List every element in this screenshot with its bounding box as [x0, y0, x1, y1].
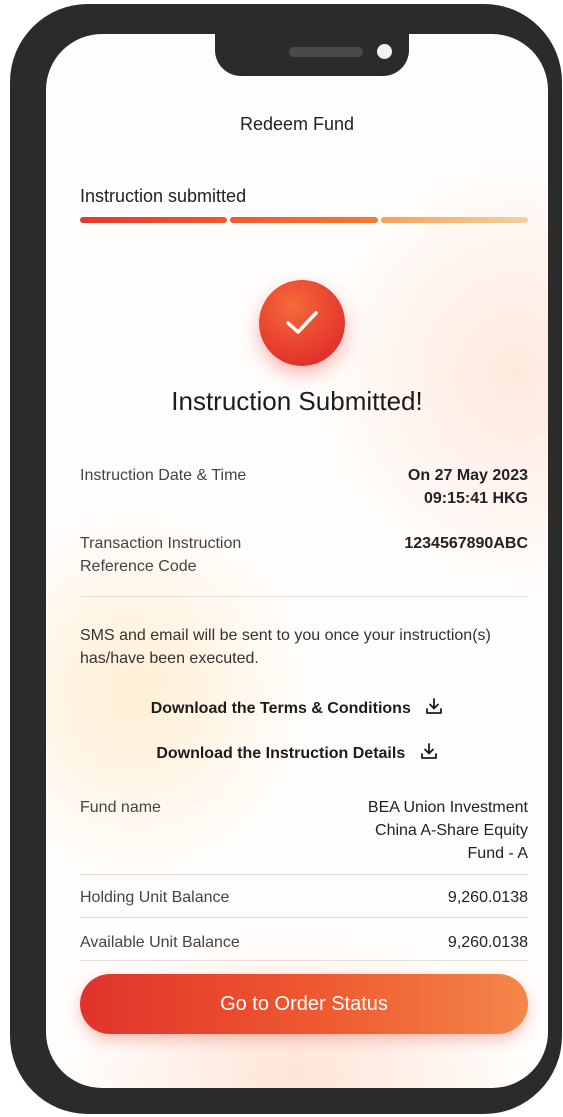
speaker-grille — [289, 47, 363, 57]
instruction-time: 09:15:41 HKG — [423, 490, 528, 507]
fund-name-row: Fund name BEA Union Investment China A-S… — [80, 796, 528, 865]
instruction-date-label: Instruction Date & Time — [80, 467, 247, 484]
go-to-order-status-button[interactable]: Go to Order Status — [80, 974, 528, 1034]
success-check-icon — [259, 280, 345, 366]
reference-code-value: 1234567890ABC — [404, 535, 528, 552]
divider — [80, 960, 528, 961]
available-balance-label: Available Unit Balance — [80, 934, 240, 951]
divider — [80, 917, 528, 918]
fund-name-value: BEA Union Investment China A-Share Equit… — [368, 796, 528, 865]
side-button — [13, 250, 23, 334]
instruction-date: On 27 May 2023 — [407, 467, 528, 484]
side-button — [13, 146, 23, 188]
available-balance-row: Available Unit Balance 9,260.0138 — [80, 931, 528, 954]
holding-balance-row: Holding Unit Balance 9,260.0138 — [80, 886, 528, 909]
instruction-date-value: On 27 May 2023 09:15:41 HKG — [408, 464, 528, 510]
divider — [80, 874, 528, 875]
side-button — [13, 374, 23, 460]
download-icon — [426, 698, 443, 714]
reference-code-label-line: Reference Code — [80, 558, 197, 575]
fund-name-line: China A-Share Equity — [375, 822, 528, 839]
download-terms-label: Download the Terms & Conditions — [150, 700, 411, 717]
divider — [80, 596, 528, 597]
holding-balance-label: Holding Unit Balance — [80, 889, 230, 906]
phone-frame: Redeem Fund Instruction submitted Instru… — [10, 4, 562, 1114]
check-icon — [286, 311, 318, 334]
available-balance-value: 9,260.0138 — [447, 934, 528, 951]
download-terms-link[interactable]: Download the Terms & Conditions — [46, 697, 548, 718]
reference-code-label-line: Transaction Instruction — [80, 535, 242, 552]
fund-name-line: BEA Union Investment — [367, 799, 528, 816]
download-icon — [420, 743, 437, 759]
holding-balance-value: 9,260.0138 — [447, 889, 528, 906]
download-details-label: Download the Instruction Details — [156, 745, 406, 762]
status-headline: Instruction Submitted! — [171, 386, 423, 416]
phone-notch — [215, 34, 409, 76]
reference-code-row: Transaction Instruction Reference Code 1… — [80, 532, 528, 578]
notification-note: SMS and email will be sent to you once y… — [80, 627, 491, 667]
progress-segment — [380, 217, 528, 223]
page-title: Redeem Fund — [239, 114, 355, 134]
fund-name-label: Fund name — [80, 799, 161, 816]
reference-code-label: Transaction Instruction Reference Code — [80, 532, 241, 578]
camera-icon — [377, 44, 392, 59]
progress-bar — [80, 217, 528, 223]
progress-segment — [230, 217, 378, 223]
app-screen: Redeem Fund Instruction submitted Instru… — [46, 34, 548, 1088]
progress-label: Instruction submitted — [80, 186, 247, 206]
download-details-link[interactable]: Download the Instruction Details — [46, 742, 548, 763]
progress-segment — [80, 217, 228, 223]
instruction-date-row: Instruction Date & Time On 27 May 2023 0… — [80, 464, 528, 510]
fund-name-line: Fund - A — [467, 845, 528, 862]
